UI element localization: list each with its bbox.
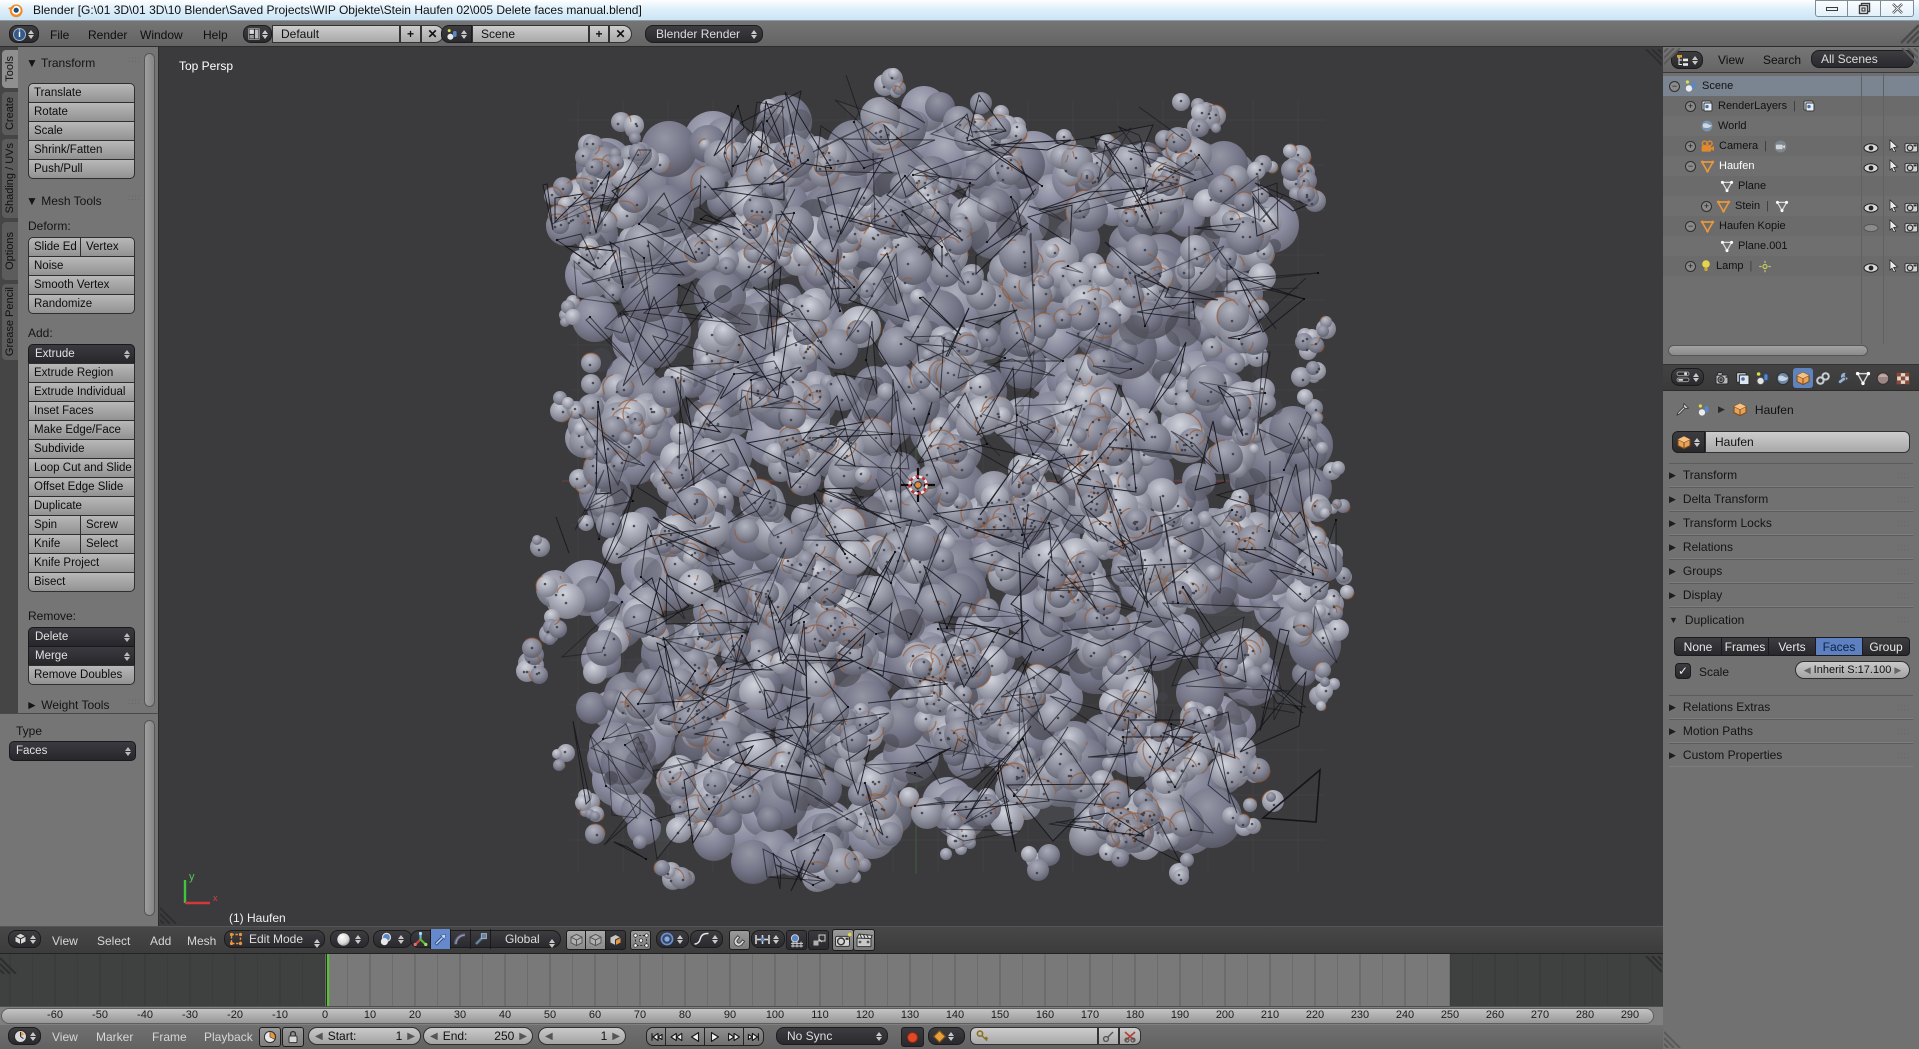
svg-text:y: y <box>189 871 195 883</box>
svg-text:x: x <box>213 893 218 903</box>
